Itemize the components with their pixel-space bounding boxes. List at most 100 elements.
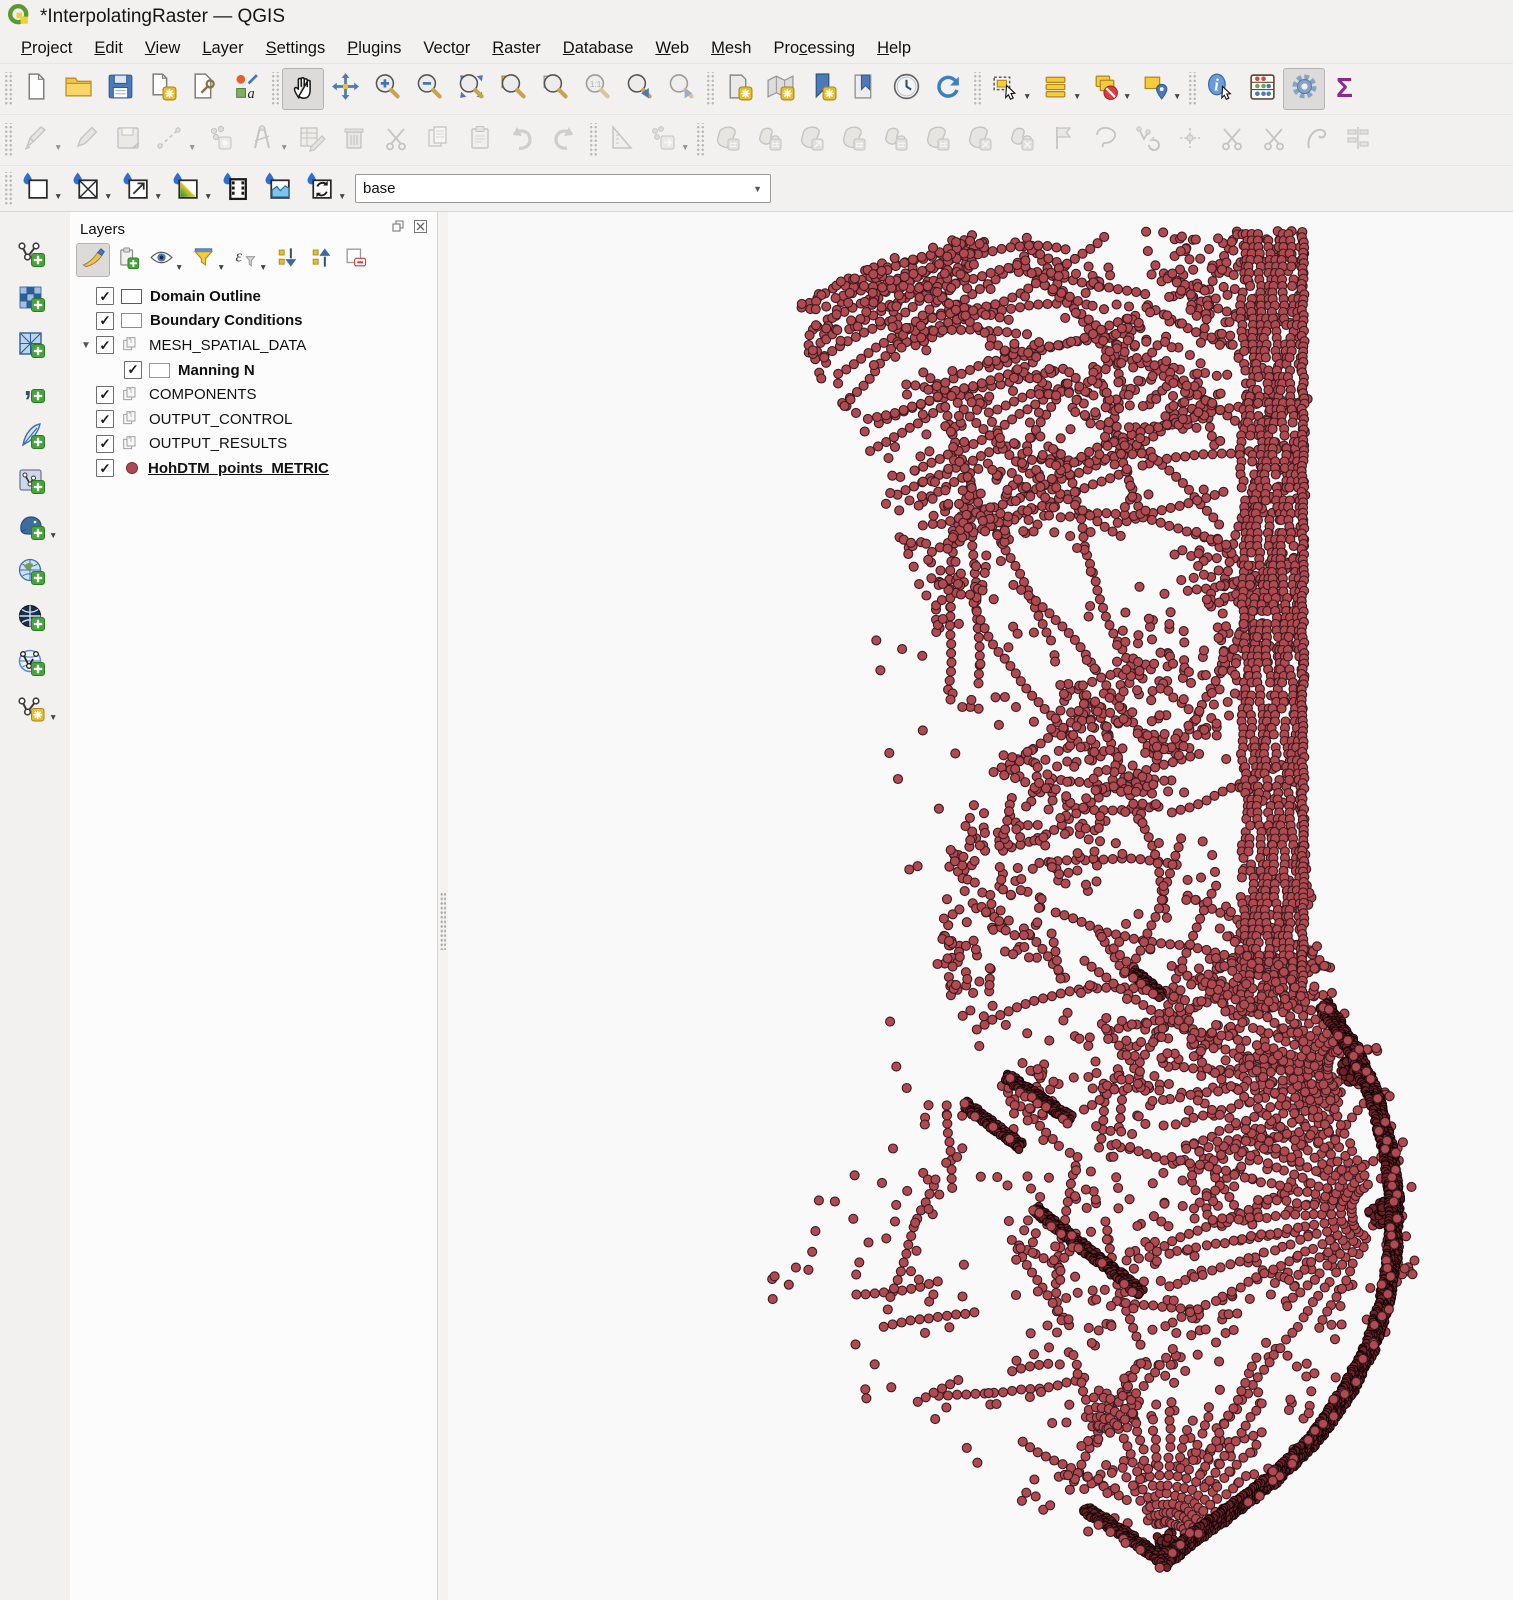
pan-to-selection-button[interactable] — [324, 68, 366, 110]
expand-all-button[interactable] — [270, 243, 304, 277]
add-group-button[interactable] — [110, 243, 144, 277]
show-layout-manager-button[interactable] — [183, 68, 225, 110]
layer-visibility-checkbox[interactable]: ✓ — [96, 459, 114, 477]
zoom-in-button[interactable] — [366, 68, 408, 110]
mesh-animation-button[interactable] — [215, 168, 257, 210]
open-project-button[interactable] — [57, 68, 99, 110]
mesh-dataset-combobox[interactable]: base▼ — [355, 174, 771, 203]
layer-visibility-checkbox[interactable]: ✓ — [96, 410, 114, 428]
add-wms-layer-button[interactable] — [10, 553, 52, 595]
split-features-icon — [1175, 123, 1205, 158]
select-by-location-button[interactable] — [1134, 68, 1176, 110]
layer-item-domain-outline[interactable]: ✓Domain Outline — [76, 284, 437, 309]
zoom-last-button[interactable] — [618, 68, 660, 110]
zoom-to-selection-button[interactable] — [492, 68, 534, 110]
statistical-summary-button[interactable] — [1241, 68, 1283, 110]
add-wfs-layer-button[interactable] — [10, 644, 52, 686]
menu-edit[interactable]: Edit — [83, 36, 133, 61]
menu-raster[interactable]: Raster — [481, 36, 552, 61]
new-print-layout-button[interactable] — [141, 68, 183, 110]
zoom-out-button[interactable] — [408, 68, 450, 110]
split-parts-button — [1211, 119, 1253, 161]
layer-visibility-checkbox[interactable]: ✓ — [96, 386, 114, 404]
identify-features-button[interactable]: i — [1199, 68, 1241, 110]
menu-layer[interactable]: Layer — [191, 36, 254, 61]
select-features-button[interactable] — [984, 68, 1026, 110]
processing-toolbox-button[interactable] — [1283, 68, 1325, 110]
add-delimited-text-layer-button[interactable]: , — [10, 371, 52, 413]
filter-legend-button[interactable] — [186, 243, 220, 277]
manage-map-themes-button[interactable] — [144, 243, 178, 277]
temporal-controller-button[interactable] — [885, 68, 927, 110]
deselect-features-button[interactable] — [1084, 68, 1126, 110]
save-project-button[interactable] — [99, 68, 141, 110]
add-mesh-layer-button[interactable] — [10, 325, 52, 367]
mesh-elements-button[interactable] — [65, 168, 107, 210]
layer-item-boundary-conditions[interactable]: ✓Boundary Conditions — [76, 309, 437, 334]
layer-item-output-control[interactable]: ✓OUTPUT_CONTROL — [76, 407, 437, 432]
collapse-all-button[interactable] — [304, 243, 338, 277]
menu-database[interactable]: Database — [552, 36, 645, 61]
show-sum-statistics-button[interactable]: Σ — [1325, 68, 1367, 110]
new-project-button[interactable] — [15, 68, 57, 110]
vertex-tool-dropdown[interactable]: ▼ — [280, 142, 290, 152]
add-spatialite-layer-button[interactable] — [10, 416, 52, 458]
menu-processing[interactable]: Processing — [762, 36, 866, 61]
menu-web[interactable]: Web — [644, 36, 700, 61]
layer-item-output-results[interactable]: ✓OUTPUT_RESULTS — [76, 432, 437, 457]
layer-item-components[interactable]: ✓COMPONENTS — [76, 382, 437, 407]
open-layer-styling-button[interactable] — [76, 243, 110, 277]
new-shapefile-layer-button[interactable] — [10, 689, 52, 731]
menu-settings[interactable]: Settings — [255, 36, 337, 61]
mesh-interpolate-button[interactable] — [165, 168, 207, 210]
show-spatial-bookmarks-button[interactable] — [843, 68, 885, 110]
mesh-profile-button[interactable] — [257, 168, 299, 210]
layer-item-mesh-spatial-data[interactable]: ▼✓MESH_SPATIAL_DATA — [76, 333, 437, 358]
menu-project[interactable]: Project — [10, 36, 83, 61]
add-ring-button — [833, 119, 875, 161]
save-layer-edits-icon — [113, 123, 143, 158]
filter-by-expression-button[interactable]: ε — [228, 243, 262, 277]
layer-item-manning-n[interactable]: ✓Manning N — [76, 358, 437, 383]
mesh-domain-button[interactable] — [15, 168, 57, 210]
refresh-map-button[interactable] — [927, 68, 969, 110]
menu-mesh[interactable]: Mesh — [700, 36, 762, 61]
float-panel-button[interactable] — [389, 220, 407, 238]
layer-visibility-checkbox[interactable]: ✓ — [96, 287, 114, 305]
add-vector-layer-button[interactable] — [10, 234, 52, 276]
style-manager-button[interactable]: a — [225, 68, 267, 110]
pan-map-button[interactable] — [282, 68, 324, 110]
expander-icon[interactable]: ▼ — [76, 340, 96, 351]
current-edits-dropdown[interactable]: ▼ — [54, 142, 64, 152]
menu-help[interactable]: Help — [866, 36, 922, 61]
mesh-export-button[interactable] — [115, 168, 157, 210]
add-postgis-layer-button[interactable] — [10, 507, 52, 549]
digitize-with-segment-dropdown[interactable]: ▼ — [188, 142, 198, 152]
menu-view[interactable]: View — [134, 36, 191, 61]
new-spatial-bookmark-button[interactable] — [801, 68, 843, 110]
add-virtual-layer-button[interactable] — [10, 462, 52, 504]
construction-mode-dropdown[interactable]: ▼ — [681, 142, 691, 152]
close-panel-button[interactable] — [411, 220, 429, 238]
zoom-full-extent-icon — [456, 71, 487, 107]
menu-vector[interactable]: Vector — [412, 36, 481, 61]
select-features-by-value-button[interactable] — [1034, 68, 1076, 110]
remove-layer-button[interactable] — [338, 243, 372, 277]
layer-visibility-checkbox[interactable]: ✓ — [124, 361, 142, 379]
mesh-cycle-button[interactable] — [299, 168, 341, 210]
menu-plugins[interactable]: Plugins — [336, 36, 412, 61]
new-3d-map-view-button[interactable] — [759, 68, 801, 110]
splitter-handle[interactable] — [440, 892, 446, 950]
add-raster-layer-button[interactable] — [10, 280, 52, 322]
layer-visibility-checkbox[interactable]: ✓ — [96, 435, 114, 453]
menu-bar: ProjectEditViewLayerSettingsPluginsVecto… — [0, 34, 1513, 63]
zoom-last-icon — [624, 71, 655, 107]
layer-visibility-checkbox[interactable]: ✓ — [96, 336, 114, 354]
zoom-full-extent-button[interactable] — [450, 68, 492, 110]
zoom-to-layer-button[interactable] — [534, 68, 576, 110]
add-wcs-layer-button[interactable] — [10, 598, 52, 640]
layer-visibility-checkbox[interactable]: ✓ — [96, 312, 114, 330]
new-map-view-button[interactable] — [717, 68, 759, 110]
map-canvas[interactable] — [448, 212, 1513, 1600]
layer-item-hohdtm-points-metric[interactable]: ✓HohDTM_points_METRIC — [76, 456, 437, 481]
